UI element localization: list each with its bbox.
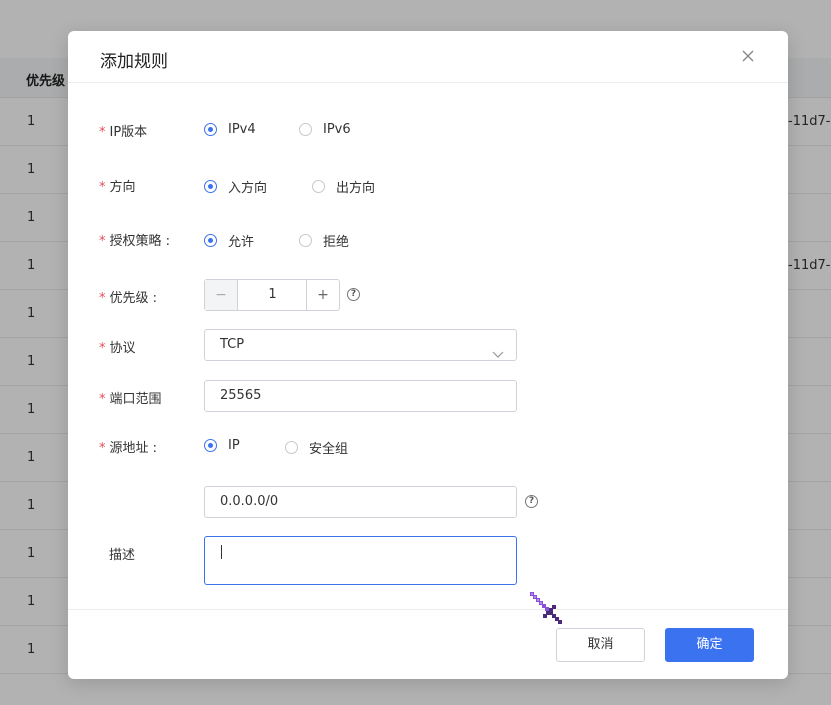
cancel-button[interactable]: 取消: [556, 628, 645, 662]
text-caret: [221, 545, 222, 559]
description-label: 描述: [109, 548, 136, 563]
radio-unchecked-icon: [285, 441, 298, 454]
radio-inbound[interactable]: 入方向: [204, 177, 267, 196]
add-rule-dialog: 添加规则 * IP版本 IPv4 IPv6 * 方向 入方向 出方向 * 授权策略 :…: [68, 31, 788, 679]
help-icon[interactable]: ?: [347, 288, 360, 301]
priority-increment-button[interactable]: +: [306, 280, 339, 310]
radio-unchecked-icon: [312, 180, 325, 193]
radio-checked-icon: [204, 234, 217, 247]
radio-outbound[interactable]: 出方向: [312, 177, 375, 196]
priority-stepper: − 1 +: [204, 279, 340, 311]
sword-cursor-icon: [528, 590, 564, 626]
protocol-label: * 协议: [99, 341, 136, 356]
radio-checked-icon: [204, 439, 217, 452]
radio-ipv4[interactable]: IPv4: [204, 122, 256, 137]
policy-label: * 授权策略 :: [99, 234, 171, 249]
protocol-select[interactable]: TCP: [204, 329, 517, 361]
radio-checked-icon: [204, 180, 217, 193]
source-ip-input[interactable]: 0.0.0.0/0: [204, 486, 517, 518]
port-range-input[interactable]: 25565: [204, 380, 517, 412]
priority-input[interactable]: 1: [238, 280, 307, 310]
confirm-button[interactable]: 确定: [665, 628, 754, 662]
radio-allow[interactable]: 允许: [204, 231, 254, 250]
radio-unchecked-icon: [299, 123, 312, 136]
radio-source-security-group[interactable]: 安全组: [285, 438, 348, 457]
radio-checked-icon: [204, 123, 217, 136]
close-icon[interactable]: [737, 45, 759, 67]
radio-ipv6[interactable]: IPv6: [299, 122, 351, 137]
radio-source-ip[interactable]: IP: [204, 438, 240, 453]
direction-label: * 方向: [99, 180, 136, 195]
radio-deny[interactable]: 拒绝: [299, 231, 349, 250]
description-textarea[interactable]: [204, 536, 517, 585]
protocol-select-value: TCP: [220, 337, 245, 352]
dialog-header: 添加规则: [68, 31, 788, 83]
port-range-label: * 端口范围: [99, 392, 162, 407]
dialog-title: 添加规则: [100, 52, 168, 72]
source-label: * 源地址 :: [99, 441, 158, 456]
dialog-footer: 取消 确定: [68, 609, 788, 679]
ip-version-label: * IP版本: [99, 125, 148, 140]
priority-label: * 优先级 :: [99, 291, 158, 306]
radio-unchecked-icon: [299, 234, 312, 247]
chevron-down-icon: [492, 341, 504, 371]
help-icon[interactable]: ?: [525, 495, 538, 508]
priority-decrement-button[interactable]: −: [205, 280, 238, 310]
